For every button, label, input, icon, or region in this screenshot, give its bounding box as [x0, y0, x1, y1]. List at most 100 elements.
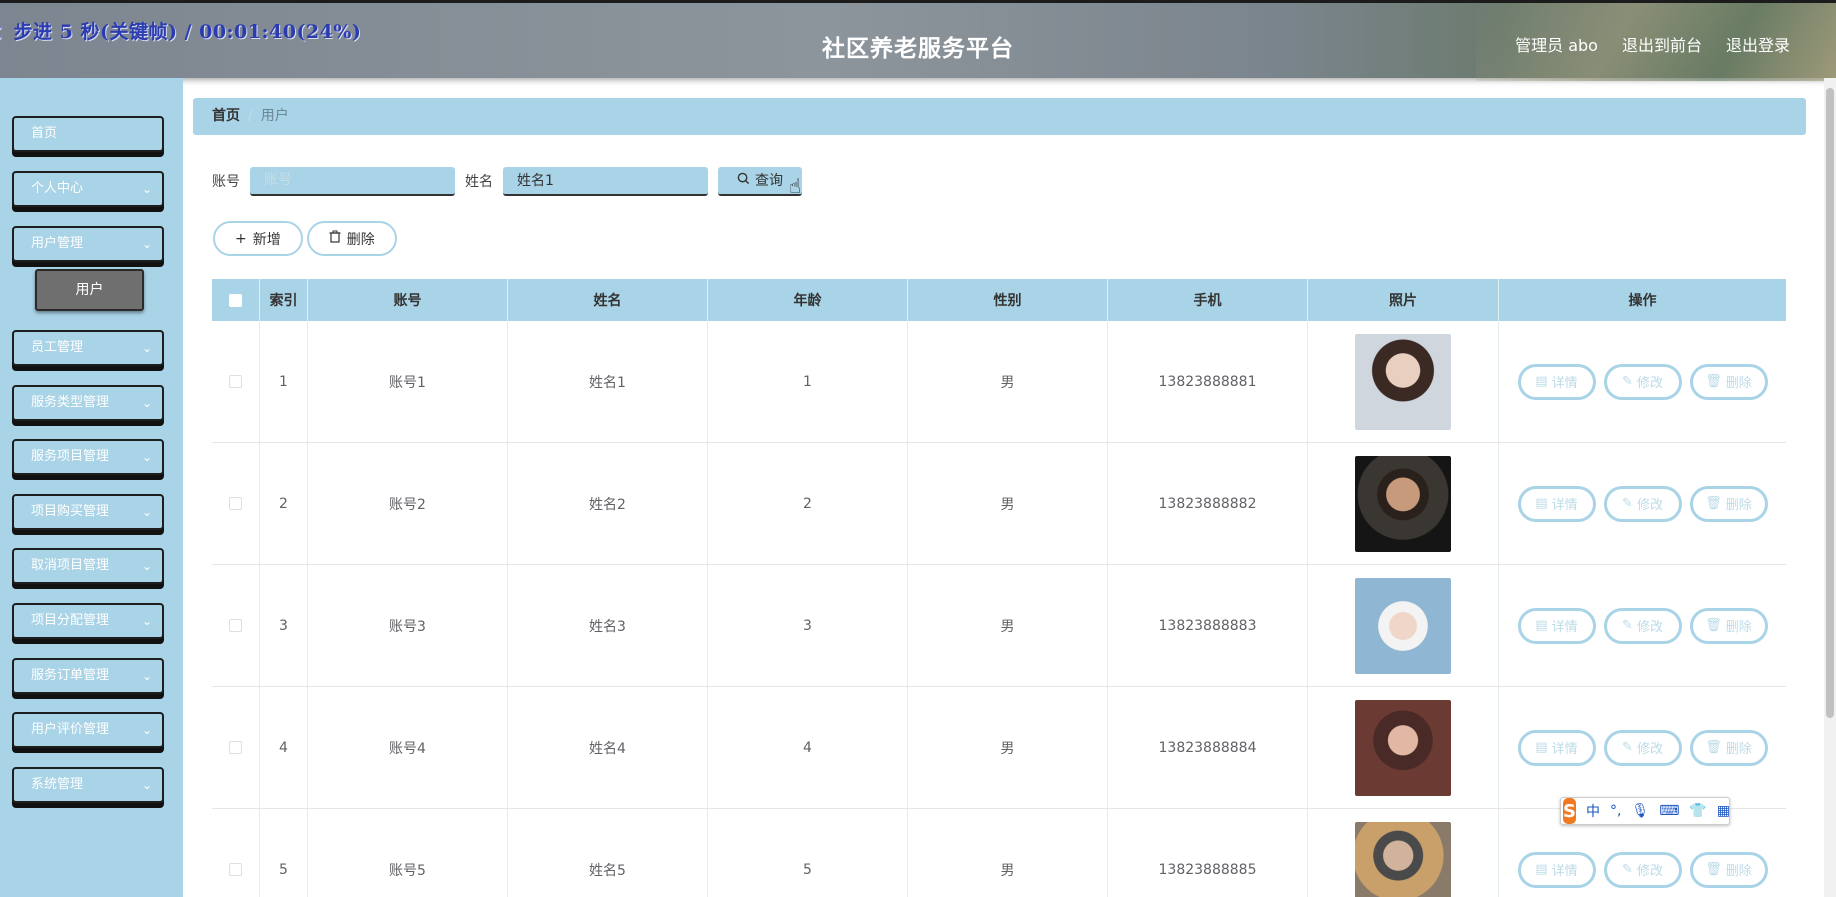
- edit-button[interactable]: ✎ 修改: [1603, 607, 1682, 644]
- table-row[interactable]: 5 账号5 姓名5 5 男 13823888885 ▤ 详情 ✎ 修改 🗑 删除: [212, 809, 1786, 897]
- cell-gender: 男: [908, 687, 1108, 808]
- row-delete-button[interactable]: 🗑 删除: [1689, 485, 1768, 522]
- cell-phone: 13823888882: [1108, 443, 1308, 564]
- toolbar: + 新增 删除: [213, 221, 397, 256]
- header-links: 管理员 abo 退出到前台 退出登录: [1515, 32, 1790, 56]
- sidebar-item-label: 取消项目管理: [31, 558, 110, 573]
- detail-button-label: 详情: [1551, 742, 1578, 757]
- row-select-cell: [212, 687, 260, 808]
- ime-mode[interactable]: 中: [1586, 801, 1600, 821]
- sidebar-item-label: 项目购买管理: [31, 504, 110, 519]
- sidebar-item-service-project[interactable]: 服务项目管理 ⌄: [12, 439, 164, 475]
- row-delete-button[interactable]: 🗑 删除: [1689, 851, 1768, 888]
- cell-name: 姓名2: [508, 443, 708, 564]
- user-photo: [1355, 333, 1451, 430]
- hand-cursor-icon: ☝: [789, 174, 802, 198]
- cell-age: 4: [708, 687, 908, 808]
- cell-phone: 13823888883: [1108, 565, 1308, 686]
- table-row[interactable]: 1 账号1 姓名1 1 男 13823888881 ▤ 详情 ✎ 修改 🗑 删除: [212, 321, 1786, 443]
- detail-button[interactable]: ▤ 详情: [1517, 851, 1596, 888]
- sidebar-item-personal-center[interactable]: 个人中心 ⌄: [12, 171, 164, 207]
- pencil-icon: ✎: [1622, 618, 1633, 633]
- vertical-scrollbar[interactable]: [1824, 78, 1836, 897]
- row-checkbox[interactable]: [229, 741, 242, 754]
- row-checkbox[interactable]: [229, 863, 242, 876]
- edit-button-label: 修改: [1636, 864, 1663, 879]
- cell-ops: ▤ 详情 ✎ 修改 🗑 删除: [1499, 687, 1786, 808]
- cell-gender: 男: [908, 809, 1108, 897]
- sidebar-item-user-management[interactable]: 用户管理 ⌄: [12, 226, 164, 262]
- sidebar-item-service-order[interactable]: 服务订单管理 ⌄: [12, 658, 164, 694]
- cell-index: 2: [260, 443, 308, 564]
- detail-button[interactable]: ▤ 详情: [1517, 485, 1596, 522]
- header-photo: 照片: [1308, 279, 1499, 321]
- detail-button[interactable]: ▤ 详情: [1517, 607, 1596, 644]
- chevron-down-icon: ⌄: [141, 505, 152, 519]
- edit-button-label: 修改: [1636, 498, 1663, 513]
- cell-age: 3: [708, 565, 908, 686]
- edit-button[interactable]: ✎ 修改: [1603, 729, 1682, 766]
- row-delete-button[interactable]: 🗑 删除: [1689, 363, 1768, 400]
- sidebar-item-label: 服务项目管理: [31, 449, 110, 464]
- keyboard-icon[interactable]: ⌨: [1659, 803, 1679, 819]
- row-delete-button-label: 删除: [1725, 498, 1752, 513]
- cell-account: 账号5: [308, 809, 508, 897]
- table-row[interactable]: 4 账号4 姓名4 4 男 13823888884 ▤ 详情 ✎ 修改 🗑 删除: [212, 687, 1786, 809]
- microphone-icon[interactable]: 🎙: [1631, 803, 1649, 819]
- skin-shirt-icon[interactable]: 👕: [1689, 803, 1706, 819]
- sidebar-item-label: 系统管理: [31, 777, 84, 792]
- toolbox-grid-icon[interactable]: ▦: [1717, 803, 1730, 819]
- row-checkbox[interactable]: [229, 619, 242, 632]
- name-search-input[interactable]: [503, 166, 708, 196]
- back-to-front-link[interactable]: 退出到前台: [1622, 32, 1702, 56]
- cell-name: 姓名5: [508, 809, 708, 897]
- sidebar-item-project-purchase[interactable]: 项目购买管理 ⌄: [12, 494, 164, 530]
- sidebar-item-label: 首页: [31, 126, 58, 141]
- sidebar-item-system[interactable]: 系统管理 ⌄: [12, 767, 164, 803]
- add-button[interactable]: + 新增: [213, 221, 303, 256]
- chevron-down-icon: ⌄: [141, 778, 152, 792]
- row-checkbox[interactable]: [229, 375, 242, 388]
- cell-index: 3: [260, 565, 308, 686]
- row-delete-button[interactable]: 🗑 删除: [1689, 607, 1768, 644]
- sidebar-item-label: 项目分配管理: [31, 613, 110, 628]
- edit-button-label: 修改: [1636, 620, 1663, 635]
- sogou-logo-icon[interactable]: S: [1563, 798, 1576, 824]
- sidebar-item-home[interactable]: 首页: [12, 116, 164, 152]
- cell-account: 账号4: [308, 687, 508, 808]
- detail-button[interactable]: ▤ 详情: [1517, 729, 1596, 766]
- table-row[interactable]: 2 账号2 姓名2 2 男 13823888882 ▤ 详情 ✎ 修改 🗑 删除: [212, 443, 1786, 565]
- current-user[interactable]: 管理员 abo: [1515, 32, 1598, 56]
- scrollbar-thumb[interactable]: [1826, 88, 1834, 718]
- edit-button[interactable]: ✎ 修改: [1603, 485, 1682, 522]
- cell-index: 1: [260, 321, 308, 442]
- cell-name: 姓名1: [508, 321, 708, 442]
- edit-button[interactable]: ✎ 修改: [1603, 363, 1682, 400]
- sidebar-item-user-review[interactable]: 用户评价管理 ⌄: [12, 712, 164, 748]
- logout-link[interactable]: 退出登录: [1726, 32, 1790, 56]
- sidebar-item-project-assign[interactable]: 项目分配管理 ⌄: [12, 603, 164, 639]
- sidebar-item-label: 用户评价管理: [31, 722, 110, 737]
- table-row[interactable]: 3 账号3 姓名3 3 男 13823888883 ▤ 详情 ✎ 修改 🗑 删除: [212, 565, 1786, 687]
- search-form: 账号 姓名 查询: [212, 166, 802, 196]
- trash-icon: 🗑: [1705, 496, 1722, 511]
- detail-button[interactable]: ▤ 详情: [1517, 363, 1596, 400]
- row-delete-button[interactable]: 🗑 删除: [1689, 729, 1768, 766]
- sidebar-subitem-user[interactable]: 用户: [35, 269, 144, 311]
- delete-button[interactable]: 删除: [306, 221, 397, 256]
- cell-phone: 13823888884: [1108, 687, 1308, 808]
- add-button-label: 新增: [252, 231, 281, 248]
- sidebar-item-staff-management[interactable]: 员工管理 ⌄: [12, 330, 164, 366]
- account-search-input[interactable]: [250, 166, 455, 196]
- sidebar-item-cancel-project[interactable]: 取消项目管理 ⌄: [12, 548, 164, 584]
- table-body: 1 账号1 姓名1 1 男 13823888881 ▤ 详情 ✎ 修改 🗑 删除 2 …: [212, 321, 1786, 897]
- select-all-checkbox[interactable]: [229, 293, 242, 307]
- breadcrumb-home[interactable]: 首页: [212, 108, 240, 124]
- sidebar-item-service-type[interactable]: 服务类型管理 ⌄: [12, 385, 164, 421]
- breadcrumb: 首页 / 用户: [193, 98, 1806, 135]
- top-bar: ：步进 5 秒(关键帧) / 00:01:40(24%) 社区养老服务平台 管理…: [0, 0, 1836, 81]
- edit-button[interactable]: ✎ 修改: [1603, 851, 1682, 888]
- punctuation-icon[interactable]: °,: [1610, 803, 1621, 819]
- user-table: 索引 账号 姓名 年龄 性别 手机 照片 操作 1 账号1 姓名1 1 男 13…: [212, 279, 1786, 897]
- row-checkbox[interactable]: [229, 497, 242, 510]
